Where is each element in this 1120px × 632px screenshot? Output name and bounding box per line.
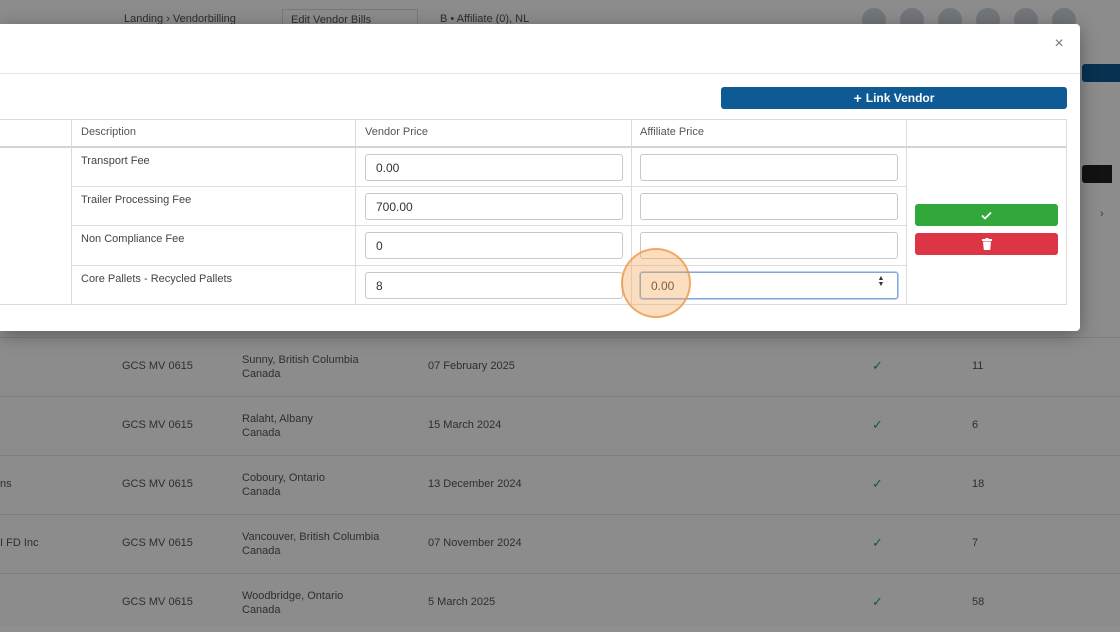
link-vendor-button[interactable]: + Link Vendor xyxy=(721,87,1067,109)
modal-header: × xyxy=(0,24,1080,74)
affiliate-price-input[interactable] xyxy=(640,232,898,259)
affiliate-price-input[interactable] xyxy=(640,272,898,299)
row-description: Transport Fee xyxy=(81,155,150,167)
row-description: Non Compliance Fee xyxy=(81,233,185,245)
close-icon[interactable]: × xyxy=(1049,34,1069,54)
vendor-price-input[interactable] xyxy=(365,154,623,181)
plus-icon: + xyxy=(853,90,862,106)
column-header-description: Description xyxy=(81,126,137,138)
vendor-price-table: Description Vendor Price Affiliate Price… xyxy=(0,119,1067,305)
link-vendor-label: Link Vendor xyxy=(865,91,935,105)
column-header-affiliate-price: Affiliate Price xyxy=(640,126,704,138)
number-spinner-icon[interactable]: ▲ ▼ xyxy=(876,275,886,290)
vendor-price-input[interactable] xyxy=(365,272,623,299)
trash-icon xyxy=(981,238,992,250)
row-description: Trailer Processing Fee xyxy=(81,194,192,206)
check-icon xyxy=(981,211,992,220)
confirm-button[interactable] xyxy=(915,204,1058,226)
column-header-vendor-price: Vendor Price xyxy=(365,126,428,138)
vendor-price-input[interactable] xyxy=(365,193,623,220)
affiliate-price-input[interactable] xyxy=(640,154,898,181)
vendor-price-input[interactable] xyxy=(365,232,623,259)
link-vendor-modal: × + Link Vendor Description Vendor Price… xyxy=(0,24,1080,331)
affiliate-price-input[interactable] xyxy=(640,193,898,220)
row-description: Core Pallets - Recycled Pallets xyxy=(81,273,233,285)
delete-button[interactable] xyxy=(915,233,1058,255)
